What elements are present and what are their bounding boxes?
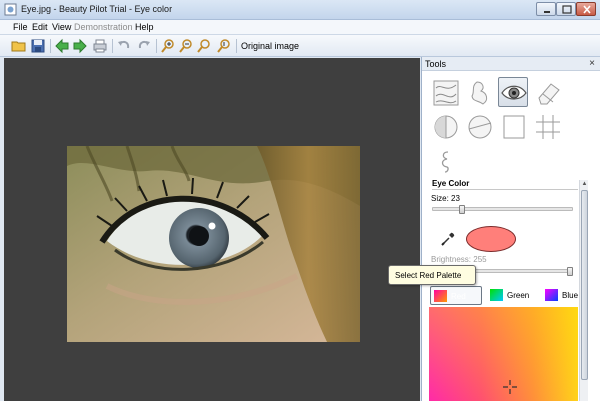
maximize-icon — [562, 5, 572, 14]
blue-palette-chip — [545, 289, 558, 301]
toolbar: Original image — [0, 35, 600, 57]
texture-tool[interactable] — [430, 77, 460, 107]
zoom-actual-icon[interactable] — [216, 38, 232, 54]
menu-view[interactable]: View — [52, 22, 71, 32]
contrast-tool[interactable] — [430, 111, 460, 141]
menu-file[interactable]: File — [13, 22, 28, 32]
frame-tool[interactable] — [498, 111, 528, 141]
toolbar-separator — [50, 39, 51, 53]
eye-icon — [501, 85, 527, 100]
title-bar: Eye.jpg - Beauty Pilot Trial - Eye color — [0, 0, 600, 20]
grid-tool[interactable] — [532, 111, 562, 141]
menu-help[interactable]: Help — [135, 22, 154, 32]
eye-color-section-header: Eye Color — [426, 177, 578, 190]
frame-icon — [503, 115, 525, 139]
undo-icon[interactable] — [116, 38, 132, 54]
size-slider-thumb[interactable] — [459, 205, 465, 214]
print-icon[interactable] — [92, 38, 108, 54]
green-palette-label: Green — [507, 291, 530, 300]
curl-tool[interactable] — [430, 145, 460, 175]
back-arrow-icon[interactable] — [54, 38, 70, 54]
tools-panel-close-button[interactable]: × — [589, 58, 595, 69]
original-image-button[interactable]: Original image — [241, 41, 299, 51]
tooltip-text: Select Red Palette — [395, 271, 462, 280]
scrollbar-thumb[interactable] — [581, 190, 588, 380]
eye-photo — [67, 146, 360, 342]
toolbar-separator — [236, 39, 237, 53]
grid-icon — [536, 115, 560, 139]
contrast-icon — [434, 115, 458, 139]
green-palette-button[interactable]: Green — [487, 286, 535, 305]
zoom-in-icon[interactable] — [160, 38, 176, 54]
tools-panel-title: Tools — [425, 59, 447, 69]
zoom-fit-icon[interactable] — [196, 38, 212, 54]
eraser-tool[interactable] — [532, 77, 562, 107]
eye-color-heading: Eye Color — [432, 179, 470, 188]
zoom-out-icon[interactable] — [178, 38, 194, 54]
size-label: Size: 23 — [431, 194, 460, 203]
open-icon[interactable] — [11, 38, 27, 54]
current-color-swatch[interactable] — [466, 226, 516, 252]
crosshair-icon — [503, 380, 517, 394]
red-palette-button[interactable]: Red — [430, 286, 482, 305]
palette-tooltip: Select Red Palette — [388, 265, 476, 285]
tan-tool[interactable] — [464, 77, 494, 107]
forward-arrow-icon[interactable] — [72, 38, 88, 54]
toolbar-separator — [112, 39, 113, 53]
curl-icon — [441, 151, 449, 173]
circle-tool[interactable] — [464, 111, 494, 141]
circle-slash-icon — [468, 115, 492, 139]
texture-icon — [433, 80, 459, 106]
scroll-up-icon[interactable]: ▲ — [581, 181, 588, 188]
close-button[interactable] — [576, 2, 596, 16]
menu-edit[interactable]: Edit — [32, 22, 48, 32]
figure-icon — [471, 81, 488, 105]
app-icon — [4, 3, 17, 16]
brightness-slider-thumb[interactable] — [567, 267, 573, 276]
eraser-icon — [538, 83, 560, 105]
save-icon[interactable] — [30, 38, 46, 54]
image-canvas[interactable] — [4, 58, 420, 401]
size-slider-track[interactable] — [432, 207, 573, 211]
brightness-label: Brightness: 255 — [431, 255, 487, 264]
minimize-button[interactable] — [536, 2, 556, 16]
blue-palette-label: Blue — [562, 291, 579, 300]
minimize-icon — [544, 11, 550, 13]
red-palette-chip — [434, 290, 447, 302]
close-icon — [583, 5, 591, 14]
menu-demonstration[interactable]: Demonstration — [74, 22, 133, 32]
toolbar-separator — [156, 39, 157, 53]
window-title: Eye.jpg - Beauty Pilot Trial - Eye color — [21, 4, 173, 14]
menu-bar: File Edit View Demonstration Help — [0, 20, 600, 35]
green-palette-chip — [490, 289, 503, 301]
section-divider — [432, 189, 578, 190]
tools-panel-header: Tools × — [422, 57, 600, 71]
redo-icon[interactable] — [136, 38, 152, 54]
blue-palette-button[interactable]: Blue — [542, 286, 580, 305]
red-palette-label: Red — [451, 292, 466, 301]
maximize-button[interactable] — [556, 2, 576, 16]
tools-scrollbar[interactable]: ▲ — [579, 180, 588, 401]
eye-tool[interactable] — [498, 77, 528, 107]
eyedropper-icon[interactable] — [440, 231, 456, 247]
